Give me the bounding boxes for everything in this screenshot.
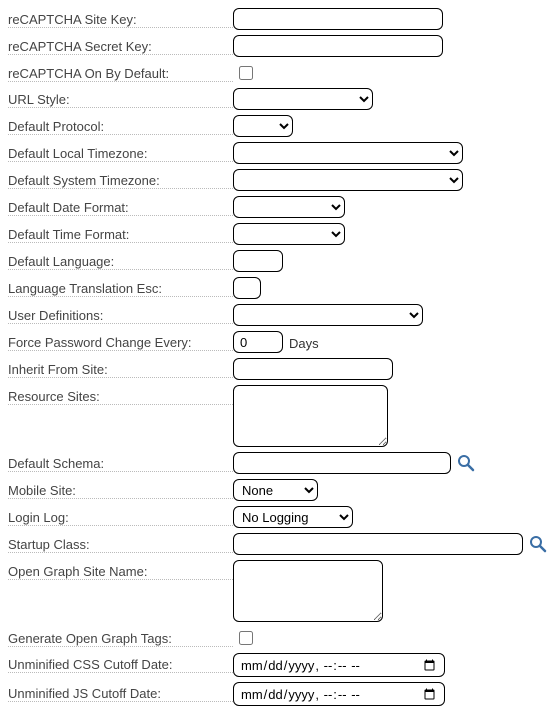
default-protocol-label: Default Protocol:: [8, 115, 233, 135]
startup-class-input[interactable]: [233, 533, 523, 555]
generate-og-tags-checkbox[interactable]: [239, 631, 253, 645]
startup-class-label: Startup Class:: [8, 533, 233, 553]
og-site-name-label: Open Graph Site Name:: [8, 560, 233, 580]
generate-og-tags-label: Generate Open Graph Tags:: [8, 627, 233, 647]
default-date-format-label: Default Date Format:: [8, 196, 233, 216]
default-date-format-select[interactable]: [233, 196, 345, 218]
mobile-site-label: Mobile Site:: [8, 479, 233, 499]
og-site-name-textarea[interactable]: [233, 560, 383, 622]
inherit-from-site-input[interactable]: [233, 358, 393, 380]
magnify-icon[interactable]: [529, 535, 547, 553]
default-protocol-select[interactable]: [233, 115, 293, 137]
force-pw-change-suffix: Days: [289, 334, 319, 351]
login-log-label: Login Log:: [8, 506, 233, 526]
mobile-site-select[interactable]: None: [233, 479, 318, 501]
lang-translation-esc-label: Language Translation Esc:: [8, 277, 233, 297]
resource-sites-textarea[interactable]: [233, 385, 388, 447]
recaptcha-site-key-input[interactable]: [233, 8, 443, 30]
unminified-css-cutoff-input[interactable]: [233, 653, 445, 677]
user-definitions-select[interactable]: [233, 304, 423, 326]
recaptcha-on-default-label: reCAPTCHA On By Default:: [8, 62, 233, 82]
url-style-label: URL Style:: [8, 88, 233, 108]
default-language-input[interactable]: [233, 250, 283, 272]
unminified-js-cutoff-label: Unminified JS Cutoff Date:: [8, 682, 233, 702]
default-local-tz-select[interactable]: [233, 142, 463, 164]
lang-translation-esc-input[interactable]: [233, 277, 261, 299]
default-time-format-select[interactable]: [233, 223, 345, 245]
unminified-css-cutoff-label: Unminified CSS Cutoff Date:: [8, 653, 233, 673]
magnify-icon[interactable]: [457, 454, 475, 472]
default-local-tz-label: Default Local Timezone:: [8, 142, 233, 162]
recaptcha-secret-key-label: reCAPTCHA Secret Key:: [8, 35, 233, 55]
force-pw-change-input[interactable]: [233, 331, 283, 353]
force-pw-change-label: Force Password Change Every:: [8, 331, 233, 351]
default-language-label: Default Language:: [8, 250, 233, 270]
resource-sites-label: Resource Sites:: [8, 385, 233, 405]
default-time-format-label: Default Time Format:: [8, 223, 233, 243]
login-log-select[interactable]: No Logging: [233, 506, 353, 528]
unminified-js-cutoff-input[interactable]: [233, 682, 445, 706]
recaptcha-secret-key-input[interactable]: [233, 35, 443, 57]
default-system-tz-select[interactable]: [233, 169, 463, 191]
recaptcha-site-key-label: reCAPTCHA Site Key:: [8, 8, 233, 28]
default-schema-input[interactable]: [233, 452, 451, 474]
inherit-from-site-label: Inherit From Site:: [8, 358, 233, 378]
user-definitions-label: User Definitions:: [8, 304, 233, 324]
recaptcha-on-default-checkbox[interactable]: [239, 66, 253, 80]
url-style-select[interactable]: [233, 88, 373, 110]
default-schema-label: Default Schema:: [8, 452, 233, 472]
default-system-tz-label: Default System Timezone:: [8, 169, 233, 189]
